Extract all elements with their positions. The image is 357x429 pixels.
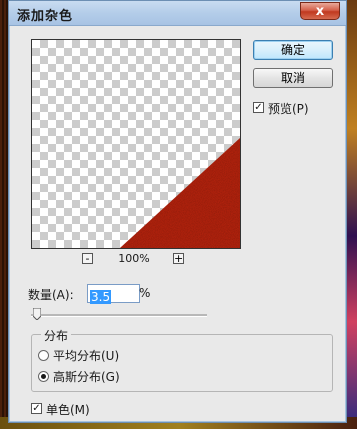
gaussian-radio[interactable]	[38, 371, 49, 382]
uniform-label[interactable]: 平均分布(U)	[53, 347, 119, 364]
zoom-in-button[interactable]: +	[173, 253, 184, 264]
amount-unit: %	[139, 286, 151, 300]
ok-button[interactable]: 确定	[253, 40, 333, 60]
amount-slider-thumb[interactable]	[33, 308, 41, 320]
close-button[interactable]: x	[300, 2, 340, 20]
dialog-titlebar[interactable]: 添加杂色 x	[9, 1, 346, 26]
amount-slider-track[interactable]	[31, 314, 207, 317]
close-icon: x	[315, 4, 325, 19]
amount-input[interactable]: 3.5	[87, 284, 140, 304]
cancel-button[interactable]: 取消	[253, 68, 333, 88]
gaussian-label[interactable]: 高斯分布(G)	[53, 368, 120, 385]
amount-label: 数量(A):	[28, 288, 74, 302]
dialog-title: 添加杂色	[17, 9, 74, 24]
preview-label[interactable]: 预览(P)	[268, 100, 309, 117]
preview-image	[120, 138, 240, 248]
zoom-level: 100%	[118, 252, 150, 265]
add-noise-dialog: 添加杂色 x - 100% + 确定 取消 ✓ 预览(P) 数量(A): 3.5…	[8, 0, 347, 423]
preview-checkbox[interactable]: ✓	[253, 102, 264, 113]
uniform-radio[interactable]	[38, 350, 49, 361]
monochrome-label[interactable]: 单色(M)	[46, 401, 90, 418]
amount-value: 3.5	[90, 290, 112, 304]
distribution-title: 分布	[41, 327, 72, 344]
monochrome-checkbox[interactable]: ✓	[31, 403, 42, 414]
zoom-out-button[interactable]: -	[82, 253, 93, 264]
preview-canvas[interactable]	[31, 39, 241, 249]
